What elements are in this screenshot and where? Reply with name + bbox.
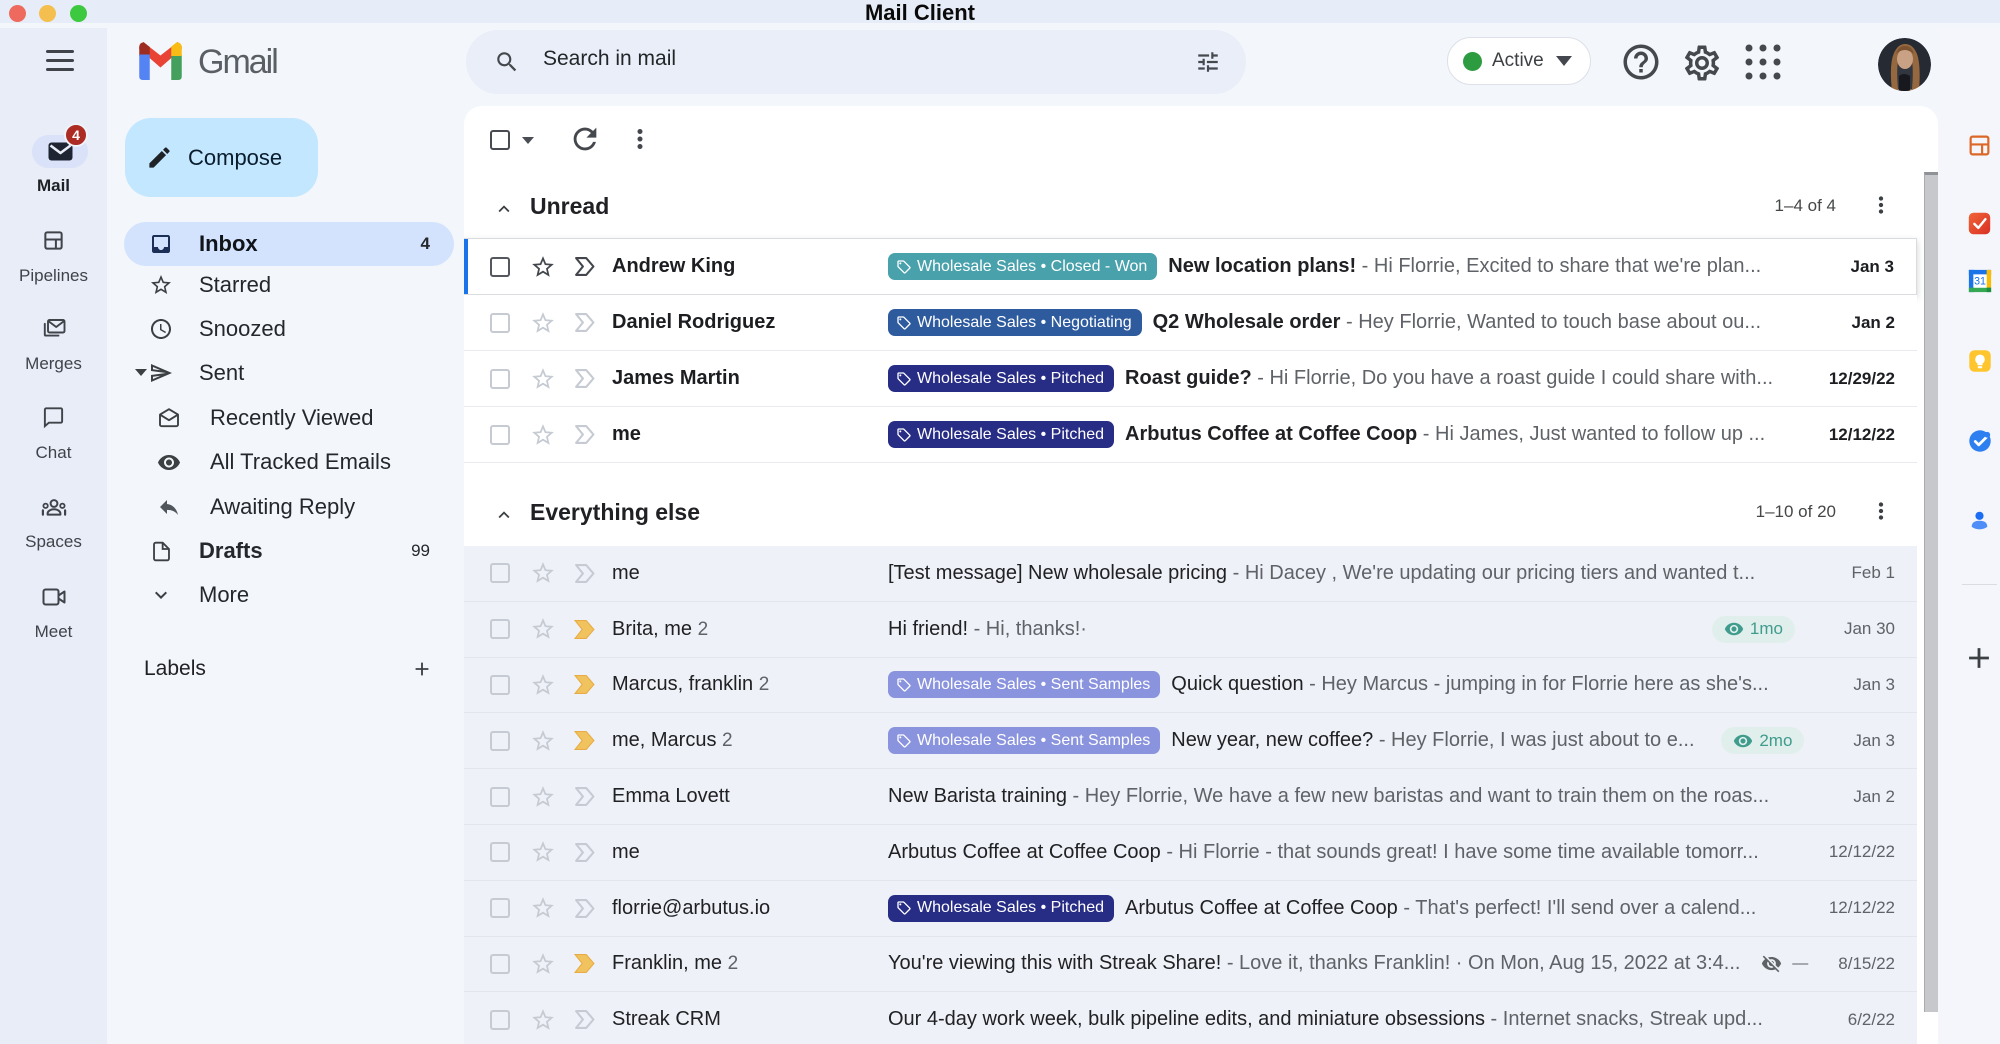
svg-text:31: 31 <box>1974 276 1986 288</box>
